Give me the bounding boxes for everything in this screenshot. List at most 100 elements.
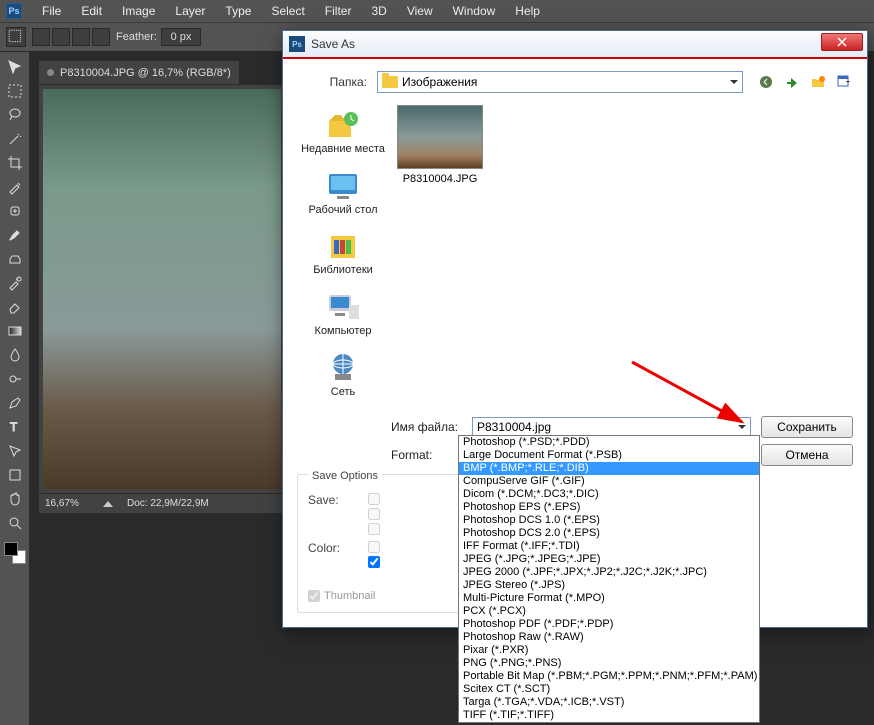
place-network[interactable]: Сеть xyxy=(325,352,361,399)
format-option[interactable]: Photoshop PDF (*.PDF;*.PDP) xyxy=(459,618,759,631)
folder-icon xyxy=(382,76,398,88)
format-option[interactable]: Photoshop EPS (*.EPS) xyxy=(459,501,759,514)
menu-window[interactable]: Window xyxy=(443,1,506,21)
file-item[interactable]: P8310004.JPG xyxy=(397,105,483,185)
dialog-titlebar[interactable]: Ps Save As xyxy=(283,31,867,59)
zoom-tool-icon[interactable] xyxy=(3,512,27,534)
shape-tool-icon[interactable] xyxy=(3,464,27,486)
place-label: Рабочий стол xyxy=(308,204,377,217)
place-libraries[interactable]: Библиотеки xyxy=(313,230,373,277)
clone-tool-icon[interactable] xyxy=(3,248,27,270)
place-recent[interactable]: Недавние места xyxy=(301,109,385,156)
folder-combo[interactable]: Изображения xyxy=(377,71,743,93)
place-label: Сеть xyxy=(331,386,355,399)
color-check-2[interactable] xyxy=(368,556,380,568)
menu-filter[interactable]: Filter xyxy=(315,1,362,21)
menu-3d[interactable]: 3D xyxy=(361,1,396,21)
format-option[interactable]: Scitex CT (*.SCT) xyxy=(459,683,759,696)
marquee-tool-icon[interactable] xyxy=(3,80,27,102)
menu-type[interactable]: Type xyxy=(215,1,261,21)
hand-tool-icon[interactable] xyxy=(3,488,27,510)
network-icon xyxy=(325,352,361,384)
place-label: Недавние места xyxy=(301,143,385,156)
desktop-icon xyxy=(325,170,361,202)
menu-help[interactable]: Help xyxy=(505,1,550,21)
eyedropper-tool-icon[interactable] xyxy=(3,176,27,198)
toolbar: T xyxy=(0,52,30,725)
feather-label: Feather: xyxy=(116,31,157,43)
format-option[interactable]: JPEG 2000 (*.JPF;*.JPX;*.JP2;*.J2C;*.J2K… xyxy=(459,566,759,579)
history-brush-tool-icon[interactable] xyxy=(3,272,27,294)
menu-view[interactable]: View xyxy=(397,1,443,21)
lasso-tool-icon[interactable] xyxy=(3,104,27,126)
format-option[interactable]: PCX (*.PCX) xyxy=(459,605,759,618)
format-option[interactable]: Photoshop (*.PSD;*.PDD) xyxy=(459,436,759,449)
color-check-1 xyxy=(368,541,380,553)
view-menu-icon[interactable] xyxy=(835,73,853,91)
dodge-tool-icon[interactable] xyxy=(3,368,27,390)
format-option[interactable]: IFF Format (*.IFF;*.TDI) xyxy=(459,540,759,553)
place-label: Библиотеки xyxy=(313,264,373,277)
type-tool-icon[interactable]: T xyxy=(3,416,27,438)
status-bar: 16,67% Doc: 22,9M/22,9M xyxy=(39,493,285,513)
pen-tool-icon[interactable] xyxy=(3,392,27,414)
format-dropdown-list[interactable]: Photoshop (*.PSD;*.PDD)Large Document Fo… xyxy=(458,435,760,723)
folder-label: Папка: xyxy=(297,75,377,89)
menu-file[interactable]: File xyxy=(32,1,71,21)
menu-layer[interactable]: Layer xyxy=(165,1,215,21)
menu-select[interactable]: Select xyxy=(261,1,314,21)
filename-value: P8310004.jpg xyxy=(477,420,551,434)
place-computer[interactable]: Компьютер xyxy=(315,291,372,338)
save-button[interactable]: Сохранить xyxy=(761,416,853,438)
computer-icon xyxy=(325,291,361,323)
format-option[interactable]: JPEG Stereo (*.JPS) xyxy=(459,579,759,592)
file-list[interactable]: P8310004.JPG xyxy=(397,105,853,398)
path-select-tool-icon[interactable] xyxy=(3,440,27,462)
format-option[interactable]: TIFF (*.TIF;*.TIFF) xyxy=(459,709,759,722)
menu-edit[interactable]: Edit xyxy=(71,1,112,21)
canvas[interactable]: 16,67% Doc: 22,9M/22,9M xyxy=(38,84,286,514)
format-option[interactable]: Large Document Format (*.PSB) xyxy=(459,449,759,462)
healing-tool-icon[interactable] xyxy=(3,200,27,222)
close-button[interactable] xyxy=(821,33,863,51)
cancel-button[interactable]: Отмена xyxy=(761,444,853,466)
menu-image[interactable]: Image xyxy=(112,1,165,21)
format-option[interactable]: PNG (*.PNG;*.PNS) xyxy=(459,657,759,670)
save-check-3 xyxy=(368,523,380,535)
format-option[interactable]: Dicom (*.DCM;*.DC3;*.DIC) xyxy=(459,488,759,501)
feather-input[interactable] xyxy=(161,28,201,46)
format-option[interactable]: Pixar (*.PXR) xyxy=(459,644,759,657)
format-option[interactable]: Photoshop DCS 2.0 (*.EPS) xyxy=(459,527,759,540)
format-option[interactable]: Photoshop DCS 1.0 (*.EPS) xyxy=(459,514,759,527)
format-option[interactable]: Portable Bit Map (*.PBM;*.PGM;*.PPM;*.PN… xyxy=(459,670,759,683)
format-option[interactable]: Photoshop Raw (*.RAW) xyxy=(459,631,759,644)
up-icon[interactable] xyxy=(783,73,801,91)
move-tool-icon[interactable] xyxy=(3,56,27,78)
format-label: Format: xyxy=(297,448,472,462)
document-tab[interactable]: P8310004.JPG @ 16,7% (RGB/8*) xyxy=(38,60,240,84)
zoom-level[interactable]: 16,67% xyxy=(39,498,97,509)
new-folder-icon[interactable] xyxy=(809,73,827,91)
folder-value: Изображения xyxy=(402,75,477,89)
gradient-tool-icon[interactable] xyxy=(3,320,27,342)
statusbar-menu-icon[interactable] xyxy=(103,501,113,507)
wand-tool-icon[interactable] xyxy=(3,128,27,150)
dialog-title: Save As xyxy=(311,37,355,51)
blur-tool-icon[interactable] xyxy=(3,344,27,366)
crop-tool-icon[interactable] xyxy=(3,152,27,174)
document-tab-label: P8310004.JPG @ 16,7% (RGB/8*) xyxy=(60,67,231,79)
place-desktop[interactable]: Рабочий стол xyxy=(308,170,377,217)
format-option[interactable]: Multi-Picture Format (*.MPO) xyxy=(459,592,759,605)
tool-preset-icon[interactable] xyxy=(6,27,26,47)
eraser-tool-icon[interactable] xyxy=(3,296,27,318)
color-swatch[interactable] xyxy=(4,542,26,564)
back-icon[interactable] xyxy=(757,73,775,91)
chevron-down-icon[interactable] xyxy=(738,425,746,429)
format-option[interactable]: JPEG (*.JPG;*.JPEG;*.JPE) xyxy=(459,553,759,566)
save-check-1 xyxy=(368,493,380,505)
format-option[interactable]: BMP (*.BMP;*.RLE;*.DIB) xyxy=(459,462,759,475)
brush-tool-icon[interactable] xyxy=(3,224,27,246)
selection-mode-icons[interactable] xyxy=(32,28,110,46)
format-option[interactable]: Targa (*.TGA;*.VDA;*.ICB;*.VST) xyxy=(459,696,759,709)
format-option[interactable]: CompuServe GIF (*.GIF) xyxy=(459,475,759,488)
